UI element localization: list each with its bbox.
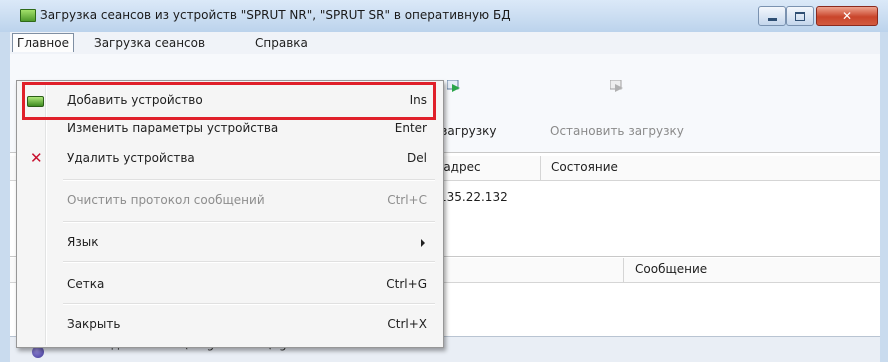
menu-bar: Главное Загрузка сеансов Справка — [10, 32, 880, 54]
main-dropdown-menu: Добавить устройство Ins Изменить парамет… — [16, 80, 444, 348]
menu-load-sessions[interactable]: Загрузка сеансов — [90, 34, 209, 52]
menu-item-shortcut: Del — [407, 151, 427, 165]
start-load-icon[interactable] — [447, 80, 461, 92]
menu-main[interactable]: Главное — [12, 33, 74, 52]
column-message[interactable]: Сообщение — [635, 262, 707, 276]
menu-item-close[interactable]: Закрыть Ctrl+X — [19, 311, 439, 339]
minimize-icon — [767, 17, 777, 21]
menu-separator — [63, 261, 435, 263]
maximize-icon — [795, 11, 805, 21]
menu-item-delete-devices[interactable]: ✕ Удалить устройства Del — [19, 145, 439, 173]
menu-item-language[interactable]: Язык — [19, 229, 439, 257]
close-icon: ✕ — [841, 9, 853, 23]
highlight-frame — [22, 82, 436, 120]
menu-item-label: Закрыть — [67, 317, 121, 331]
menu-item-shortcut: Ctrl+X — [387, 317, 427, 331]
submenu-arrow-icon — [421, 239, 425, 247]
menu-item-shortcut: Ctrl+C — [387, 193, 427, 207]
device-ip-cell[interactable]: 135.22.132 — [439, 190, 508, 204]
menu-item-label: Очистить протокол сообщений — [67, 193, 265, 207]
column-state[interactable]: Состояние — [551, 160, 618, 174]
menu-separator — [63, 303, 435, 305]
delete-icon: ✕ — [30, 149, 43, 167]
window-title: Загрузка сеансов из устройств "SPRUT NR"… — [40, 8, 511, 22]
menu-item-shortcut: Enter — [394, 121, 427, 135]
start-load-button[interactable]: загрузку — [441, 124, 497, 138]
column-separator — [540, 156, 541, 180]
column-separator — [623, 258, 624, 282]
close-button[interactable]: ✕ — [816, 6, 878, 26]
menu-item-shortcut: Ctrl+G — [386, 277, 427, 291]
title-bar: Загрузка сеансов из устройств "SPRUT NR"… — [0, 0, 888, 32]
menu-separator — [63, 221, 435, 223]
menu-item-label: Сетка — [67, 277, 105, 291]
menu-item-label: Удалить устройства — [67, 151, 195, 165]
maximize-button[interactable] — [786, 6, 814, 26]
stop-load-button[interactable]: Остановить загрузку — [550, 124, 684, 138]
menu-item-label: Язык — [67, 235, 99, 249]
app-device-icon — [20, 9, 36, 22]
stop-load-icon — [610, 80, 623, 92]
menu-item-grid[interactable]: Сетка Ctrl+G — [19, 271, 439, 299]
column-ip-address[interactable]: -адрес — [439, 160, 481, 174]
menu-separator — [63, 179, 435, 181]
menu-help[interactable]: Справка — [251, 34, 312, 52]
menu-item-label: Изменить параметры устройства — [67, 121, 279, 135]
menu-item-clear-log: Очистить протокол сообщений Ctrl+C — [19, 187, 439, 215]
minimize-button[interactable] — [758, 6, 786, 26]
app-window: Загрузка сеансов из устройств "SPRUT NR"… — [0, 0, 888, 362]
